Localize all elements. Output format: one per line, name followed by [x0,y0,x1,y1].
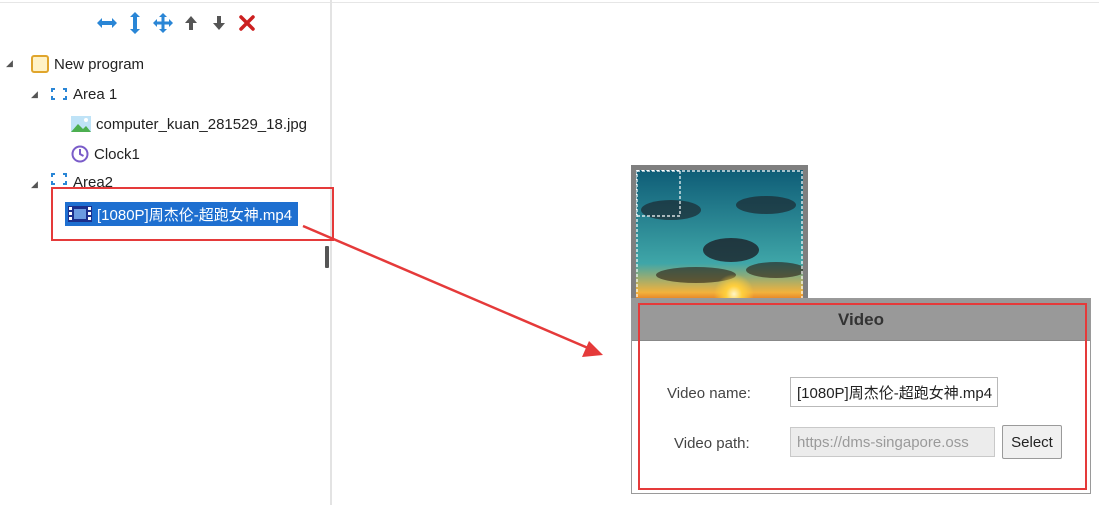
splitter-grip[interactable] [325,246,329,268]
horizontal-resize-icon [97,18,117,28]
delete-button[interactable] [234,10,260,36]
move-up-icon [185,16,197,30]
annotation-highlight-box [638,303,1087,490]
area-icon [50,87,68,101]
move-button[interactable] [150,10,176,36]
expand-triangle-icon[interactable]: ◢ [31,89,38,100]
program-tree-panel: ◢ New program ◢ Area 1 computer_kuan_281… [0,0,325,509]
tree-node-label: New program [54,55,145,73]
tree-node-clock[interactable]: Clock1 [71,143,140,165]
expand-triangle-icon[interactable]: ◢ [6,58,13,69]
move-up-button[interactable] [178,10,204,36]
horizontal-resize-button[interactable] [94,10,120,36]
tree-node-label: Area 1 [73,85,118,103]
panel-splitter[interactable] [330,0,332,505]
delete-icon [239,15,255,31]
tree-node-label: computer_kuan_281529_18.jpg [96,115,308,133]
move-icon [153,13,173,33]
tree-node-program[interactable]: New program [31,53,144,75]
program-icon [31,55,49,73]
expand-triangle-icon[interactable]: ◢ [31,179,38,190]
move-down-button[interactable] [206,10,232,36]
area-icon [50,172,68,186]
tree-node-area2[interactable]: Area2 [50,172,113,188]
tree-node-image[interactable]: computer_kuan_281529_18.jpg [71,113,331,135]
vertical-resize-icon [130,12,140,34]
tree-node-label: Area2 [73,174,114,188]
clock-icon [71,145,89,163]
tree-node-area1[interactable]: Area 1 [50,83,117,105]
tree-node-label: Clock1 [94,145,140,163]
vertical-resize-button[interactable] [122,10,148,36]
image-icon [71,116,91,132]
tree-toolbar [94,10,262,36]
annotation-highlight-box [51,187,334,241]
move-down-icon [213,16,225,30]
